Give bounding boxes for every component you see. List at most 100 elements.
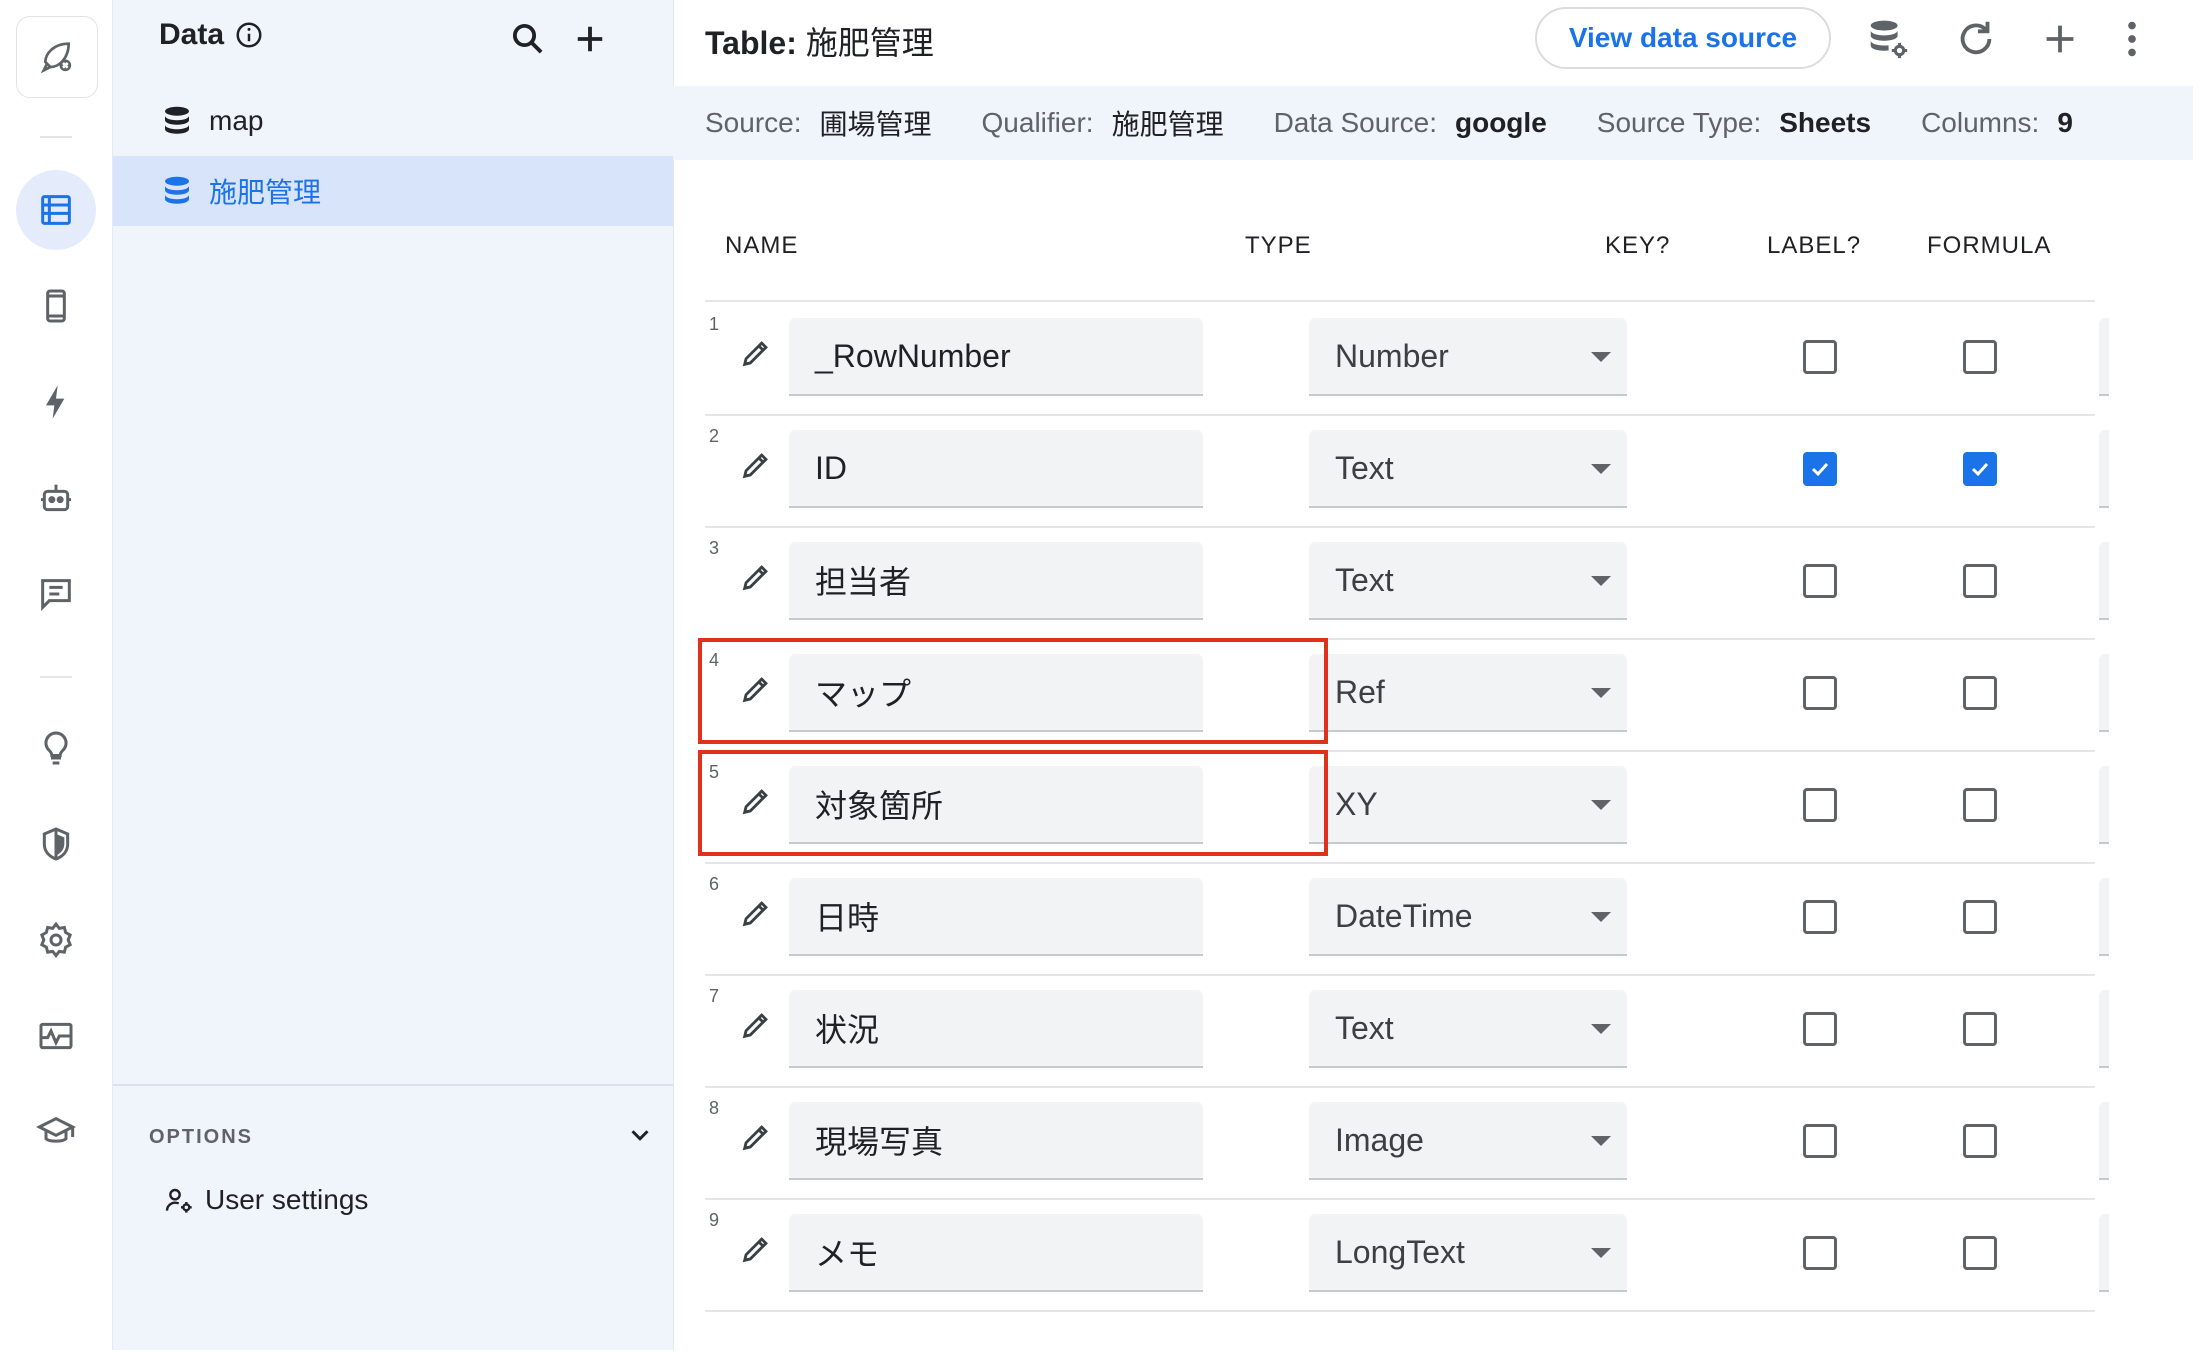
column-name-field[interactable]: 状況 <box>789 990 1203 1068</box>
highlight-box <box>698 638 1328 744</box>
database-settings-icon[interactable] <box>1865 16 1911 62</box>
user-settings-icon <box>165 1188 192 1213</box>
column-name-field[interactable]: メモ <box>789 1214 1203 1292</box>
source-label: Source: <box>705 107 802 138</box>
highlight-box <box>698 750 1328 856</box>
data-source-label: Data Source: <box>1273 107 1437 138</box>
sidebar-item-fertilizer[interactable]: 施肥管理 <box>113 156 673 226</box>
page-title: Table: 施肥管理 <box>705 18 934 64</box>
label-checkbox[interactable] <box>1963 1236 1997 1270</box>
key-checkbox[interactable] <box>1803 676 1837 710</box>
formula-field[interactable]: = <box>2099 878 2109 956</box>
column-type-select[interactable]: XY <box>1309 766 1627 844</box>
database-icon <box>165 106 189 134</box>
column-type-select[interactable]: Text <box>1309 430 1627 508</box>
dropdown-arrow-icon <box>1591 800 1611 810</box>
table-row: 9 メモ LongText = <box>705 1198 2109 1312</box>
key-checkbox[interactable] <box>1803 340 1837 374</box>
edit-pencil-icon[interactable] <box>739 1120 773 1154</box>
formula-field[interactable]: = <box>2099 318 2109 396</box>
search-icon[interactable] <box>507 18 549 60</box>
label-checkbox[interactable] <box>1963 1012 1997 1046</box>
edit-pencil-icon[interactable] <box>739 1008 773 1042</box>
rail-divider <box>40 136 72 138</box>
key-checkbox[interactable] <box>1803 788 1837 822</box>
add-icon[interactable] <box>2037 16 2083 62</box>
refresh-icon[interactable] <box>1953 16 1999 62</box>
key-checkbox[interactable] <box>1803 1236 1837 1270</box>
column-name-field[interactable]: 日時 <box>789 878 1203 956</box>
column-type-select[interactable]: LongText <box>1309 1214 1627 1292</box>
data-sidebar: Data map 施肥管理 OPTIONS User settings <box>112 0 674 1350</box>
automation-bot-icon[interactable] <box>16 458 96 538</box>
sidebar-title-text: Data <box>159 18 225 51</box>
table-info-bar: Source: 圃場管理 Qualifier: 施肥管理 Data Source… <box>673 86 2193 160</box>
label-checkbox[interactable] <box>1963 340 1997 374</box>
app-logo-icon[interactable] <box>16 16 98 98</box>
label-checkbox[interactable] <box>1963 564 1997 598</box>
col-header-formula: FORMULA <box>1927 232 2052 259</box>
label-checkbox[interactable] <box>1963 900 1997 934</box>
view-data-source-button[interactable]: View data source <box>1535 7 1831 69</box>
user-settings-link[interactable]: User settings <box>163 1184 368 1216</box>
key-checkbox[interactable] <box>1803 900 1837 934</box>
formula-field[interactable]: = <box>2099 542 2109 620</box>
column-type-select[interactable]: Image <box>1309 1102 1627 1180</box>
security-shield-icon[interactable] <box>16 804 96 884</box>
formula-field[interactable]: = <box>2099 1102 2109 1180</box>
label-checkbox[interactable] <box>1963 1124 1997 1158</box>
dropdown-arrow-icon <box>1591 688 1611 698</box>
label-checkbox[interactable] <box>1963 452 1997 486</box>
column-type-select[interactable]: Text <box>1309 542 1627 620</box>
source-type-value: Sheets <box>1779 107 1872 138</box>
qualifier-value: 施肥管理 <box>1111 109 1224 140</box>
formula-field[interactable]: = <box>2099 990 2109 1068</box>
data-icon[interactable] <box>16 170 96 250</box>
views-phone-icon[interactable] <box>16 266 96 346</box>
edit-pencil-icon[interactable] <box>739 896 773 930</box>
database-icon <box>165 176 189 204</box>
lightbulb-icon[interactable] <box>16 708 96 788</box>
column-name-field[interactable]: 現場写真 <box>789 1102 1203 1180</box>
sidebar-item-map[interactable]: map <box>113 86 673 156</box>
chevron-down-icon[interactable] <box>625 1120 655 1150</box>
formula-field[interactable]: = <box>2099 1214 2109 1292</box>
actions-bolt-icon[interactable] <box>16 362 96 442</box>
edit-pencil-icon[interactable] <box>739 336 773 370</box>
learn-school-icon[interactable] <box>16 1092 96 1172</box>
table-row: 8 現場写真 Image = <box>705 1086 2109 1200</box>
row-number: 1 <box>709 314 720 334</box>
formula-field[interactable]: = <box>2099 430 2109 508</box>
chat-icon[interactable] <box>16 554 96 634</box>
add-table-icon[interactable] <box>569 18 611 60</box>
key-checkbox[interactable] <box>1803 452 1837 486</box>
column-type-select[interactable]: Text <box>1309 990 1627 1068</box>
col-header-name: NAME <box>725 232 799 259</box>
edit-pencil-icon[interactable] <box>739 1232 773 1266</box>
edit-pencil-icon[interactable] <box>739 448 773 482</box>
info-icon[interactable] <box>234 20 264 50</box>
options-label: OPTIONS <box>149 1126 254 1148</box>
formula-field[interactable]: = <box>2099 654 2109 732</box>
key-checkbox[interactable] <box>1803 1012 1837 1046</box>
settings-gear-icon[interactable] <box>16 900 96 980</box>
key-checkbox[interactable] <box>1803 564 1837 598</box>
column-name-field[interactable]: ID <box>789 430 1203 508</box>
column-type-value: Number <box>1335 337 1449 374</box>
column-type-value: Text <box>1335 1009 1394 1046</box>
edit-pencil-icon[interactable] <box>739 560 773 594</box>
row-number: 8 <box>709 1098 720 1118</box>
table-row: 3 担当者 Text = <box>705 526 2109 640</box>
formula-field[interactable]: = <box>2099 766 2109 844</box>
more-vert-icon[interactable] <box>2109 16 2155 62</box>
label-checkbox[interactable] <box>1963 676 1997 710</box>
data-source-value: google <box>1455 107 1547 138</box>
label-checkbox[interactable] <box>1963 788 1997 822</box>
column-name-field[interactable]: 担当者 <box>789 542 1203 620</box>
column-type-select[interactable]: DateTime <box>1309 878 1627 956</box>
monitor-icon[interactable] <box>16 996 96 1076</box>
column-name-field[interactable]: _RowNumber <box>789 318 1203 396</box>
column-type-select[interactable]: Ref <box>1309 654 1627 732</box>
column-type-select[interactable]: Number <box>1309 318 1627 396</box>
key-checkbox[interactable] <box>1803 1124 1837 1158</box>
